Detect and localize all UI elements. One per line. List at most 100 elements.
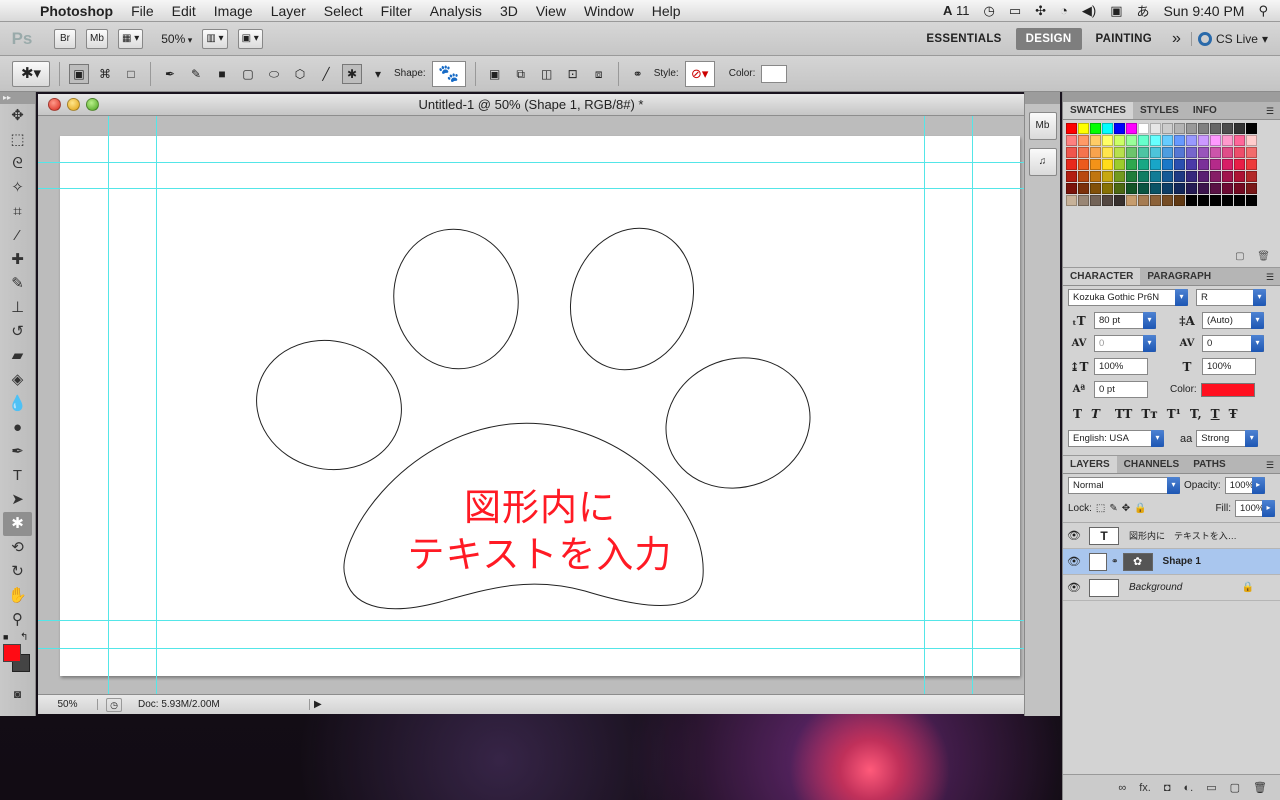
zoom-window-button[interactable] bbox=[86, 98, 99, 111]
lock-transparent-icon[interactable]: ⬚ bbox=[1096, 503, 1105, 514]
tab-styles[interactable]: STYLES bbox=[1133, 102, 1186, 119]
color-swatch[interactable] bbox=[1234, 159, 1245, 170]
color-swatch[interactable] bbox=[1234, 123, 1245, 134]
color-swatch[interactable] bbox=[1150, 183, 1161, 194]
color-swatch[interactable] bbox=[1210, 159, 1221, 170]
color-swatch[interactable] bbox=[1246, 123, 1257, 134]
panel-grip[interactable] bbox=[1063, 92, 1280, 102]
color-swatch[interactable] bbox=[1162, 183, 1173, 194]
blur-tool-icon[interactable]: 💧 bbox=[0, 392, 35, 416]
color-swatch[interactable] bbox=[1114, 195, 1125, 206]
color-swatch[interactable] bbox=[1162, 195, 1173, 206]
color-swatch[interactable] bbox=[1234, 195, 1245, 206]
color-swatch[interactable] bbox=[1114, 183, 1125, 194]
lock-image-icon[interactable]: ✎ bbox=[1109, 503, 1117, 514]
color-swatch[interactable] bbox=[1198, 195, 1209, 206]
crop-tool-icon[interactable]: ⌗ bbox=[0, 200, 35, 224]
color-swatch[interactable] bbox=[1222, 147, 1233, 158]
color-swatch[interactable] bbox=[1150, 171, 1161, 182]
spotlight-search-icon[interactable]: ⚲ bbox=[1258, 3, 1268, 19]
color-swatch[interactable] bbox=[1198, 135, 1209, 146]
vertical-scale-field[interactable]: 100% bbox=[1094, 358, 1148, 375]
launch-bridge-button[interactable]: Br bbox=[54, 28, 76, 49]
tracking-field[interactable]: 0 ▾ bbox=[1202, 335, 1264, 352]
color-swatch[interactable] bbox=[1174, 171, 1185, 182]
color-swatch[interactable] bbox=[1198, 183, 1209, 194]
color-swatch[interactable] bbox=[1222, 135, 1233, 146]
color-swatch[interactable] bbox=[1246, 171, 1257, 182]
time-machine-icon[interactable]: ◷ bbox=[983, 3, 994, 19]
color-swatch[interactable] bbox=[1066, 147, 1077, 158]
paw-shape-path[interactable] bbox=[60, 136, 1020, 676]
launch-minibridge-button[interactable]: Mb bbox=[86, 28, 108, 49]
custom-shape-icon[interactable]: ✱ bbox=[342, 63, 362, 84]
tab-paragraph[interactable]: PARAGRAPH bbox=[1140, 268, 1218, 285]
color-swatch[interactable] bbox=[1186, 171, 1197, 182]
dodge-tool-icon[interactable]: ● bbox=[0, 416, 35, 440]
color-swatch[interactable] bbox=[1126, 123, 1137, 134]
color-swatch[interactable] bbox=[1066, 159, 1077, 170]
text-color-swatch[interactable] bbox=[1200, 382, 1255, 397]
document-title-bar[interactable]: Untitled-1 @ 50% (Shape 1, RGB/8#) * bbox=[38, 94, 1024, 116]
tab-character[interactable]: CHARACTER bbox=[1063, 268, 1141, 285]
color-swatch[interactable] bbox=[1150, 147, 1161, 158]
color-swatch[interactable] bbox=[1186, 183, 1197, 194]
menu-select[interactable]: Select bbox=[324, 3, 363, 19]
battery-icon[interactable]: ▣ bbox=[1110, 3, 1122, 19]
color-swatch[interactable] bbox=[1078, 135, 1089, 146]
color-swatch[interactable] bbox=[1198, 123, 1209, 134]
workspace-design[interactable]: DESIGN bbox=[1015, 27, 1082, 50]
bluetooth-icon[interactable]: ✣ bbox=[1035, 3, 1046, 19]
tab-layers[interactable]: LAYERS bbox=[1063, 456, 1117, 473]
color-swatch[interactable] bbox=[1198, 171, 1209, 182]
color-swatch[interactable] bbox=[1246, 135, 1257, 146]
style-picker[interactable]: ⊘▾ bbox=[684, 60, 715, 87]
color-swatch[interactable] bbox=[1162, 123, 1173, 134]
color-swatch[interactable] bbox=[1234, 147, 1245, 158]
color-swatch[interactable] bbox=[1138, 195, 1149, 206]
rectangle-shape-icon[interactable]: ■ bbox=[212, 64, 232, 84]
tool-preset-picker[interactable]: ✱▾ bbox=[12, 60, 50, 87]
color-swatch[interactable] bbox=[1246, 159, 1257, 170]
color-swatch[interactable] bbox=[1162, 147, 1173, 158]
clone-stamp-tool-icon[interactable]: ⊥ bbox=[0, 296, 35, 320]
color-swatch[interactable] bbox=[1246, 183, 1257, 194]
type-tool-icon[interactable]: T bbox=[0, 464, 35, 488]
color-swatch[interactable] bbox=[1174, 159, 1185, 170]
subscript-button[interactable]: T, bbox=[1190, 407, 1202, 421]
color-swatch[interactable] bbox=[1138, 171, 1149, 182]
color-swatch[interactable] bbox=[1138, 183, 1149, 194]
line-shape-icon[interactable]: ╱ bbox=[316, 64, 336, 84]
color-swatch[interactable] bbox=[1162, 171, 1173, 182]
guide-line[interactable] bbox=[156, 116, 157, 694]
freeform-pen-icon[interactable]: ✎ bbox=[186, 64, 206, 84]
color-swatch[interactable] bbox=[1186, 123, 1197, 134]
tab-paths[interactable]: PATHS bbox=[1186, 456, 1232, 473]
menu-view[interactable]: View bbox=[536, 3, 566, 19]
menu-edit[interactable]: Edit bbox=[172, 3, 196, 19]
blend-mode-select[interactable]: Normal ▾ bbox=[1068, 477, 1180, 494]
new-layer-icon[interactable]: ▢ bbox=[1230, 781, 1240, 794]
geometry-options-icon[interactable]: ▾ bbox=[368, 64, 388, 84]
layer-row-text[interactable]: 👁 T 図形内に テキストを入… bbox=[1063, 523, 1280, 549]
new-swatch-icon[interactable]: ▢ bbox=[1235, 251, 1244, 262]
panel-menu-icon[interactable]: ☰ bbox=[1260, 456, 1280, 473]
color-swatch[interactable] bbox=[1210, 123, 1221, 134]
color-swatch[interactable] bbox=[1066, 171, 1077, 182]
color-swatch[interactable] bbox=[1222, 123, 1233, 134]
display-icon[interactable]: ▭ bbox=[1009, 3, 1021, 19]
faux-italic-button[interactable]: T bbox=[1091, 407, 1100, 421]
color-swatch[interactable] bbox=[1090, 171, 1101, 182]
color-swatch[interactable] bbox=[1114, 159, 1125, 170]
delete-swatch-icon[interactable]: 🗑 bbox=[1257, 251, 1270, 262]
create-new-shape-layer-icon[interactable]: ▣ bbox=[485, 64, 505, 84]
superscript-button[interactable]: T¹ bbox=[1167, 407, 1181, 421]
measurement-panel-button[interactable]: ♫ bbox=[1028, 148, 1057, 176]
color-swatch[interactable] bbox=[1114, 135, 1125, 146]
menu-image[interactable]: Image bbox=[214, 3, 253, 19]
color-swatch[interactable] bbox=[1210, 135, 1221, 146]
visibility-eye-icon[interactable]: 👁 bbox=[1063, 581, 1085, 594]
move-tool-icon[interactable]: ✥ bbox=[0, 104, 35, 128]
color-swatch[interactable] bbox=[1090, 195, 1101, 206]
add-to-shape-area-icon[interactable]: ⧉ bbox=[511, 64, 531, 84]
